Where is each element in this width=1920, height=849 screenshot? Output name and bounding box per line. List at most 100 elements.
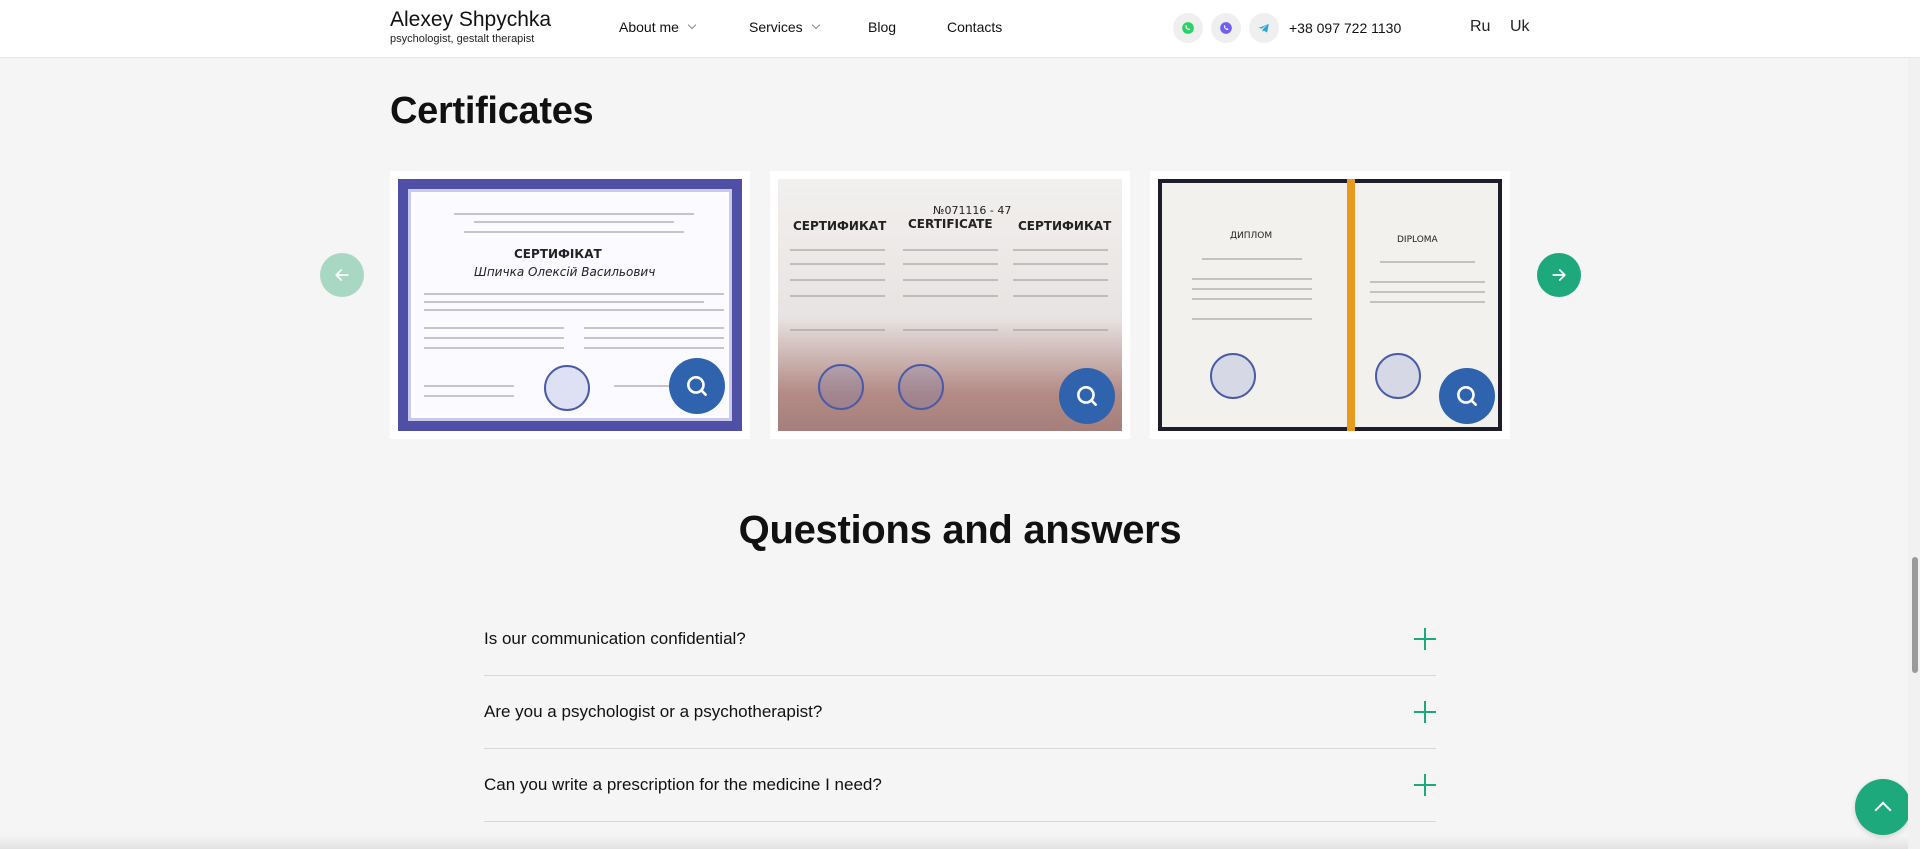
text-line (424, 395, 514, 397)
plus-icon (1414, 628, 1436, 650)
diploma-ribbon (1347, 179, 1355, 431)
text-line (790, 249, 885, 251)
diploma-heading: DIPLOMA (1397, 235, 1438, 245)
text-line (1202, 258, 1302, 260)
text-line (474, 221, 674, 223)
plus-icon (1414, 774, 1436, 796)
text-line (790, 279, 885, 281)
faq-item-3[interactable]: Can you write a prescription for the med… (484, 749, 1436, 822)
whatsapp-button[interactable] (1173, 13, 1203, 43)
nav-label: Contacts (947, 19, 1003, 35)
magnifier-icon (1457, 386, 1477, 406)
zoom-button[interactable] (1439, 368, 1495, 424)
text-line (1013, 279, 1108, 281)
nav-label: About me (619, 19, 679, 35)
text-line (1192, 298, 1312, 300)
nav-services[interactable]: Services (749, 19, 820, 35)
certificate-heading-ru-2: СЕРТИФИКАТ (1018, 219, 1112, 233)
phone-link[interactable]: +38 097 722 1130 (1289, 20, 1401, 36)
faq-question: Can you write a prescription for the med… (484, 775, 882, 794)
logo-name: Alexey Shpychka (390, 8, 552, 31)
text-line (1013, 295, 1108, 297)
faq-question: Are you a psychologist or a psychotherap… (484, 702, 823, 721)
text-line (584, 337, 724, 339)
zoom-button[interactable] (669, 358, 725, 414)
whatsapp-icon (1182, 22, 1194, 34)
lang-ru[interactable]: Ru (1470, 18, 1490, 36)
text-line (584, 327, 724, 329)
zoom-button[interactable] (1059, 368, 1115, 424)
certificate-image-3: ДИПЛОМ DIPLOMA (1158, 179, 1502, 431)
nav-blog[interactable]: Blog (868, 19, 896, 35)
certificates-title: Certificates (390, 90, 594, 132)
text-line (424, 327, 564, 329)
arrow-right-icon (1552, 269, 1566, 281)
page-scrollbar[interactable] (1908, 0, 1920, 849)
text-line (424, 301, 704, 303)
stamp-seal (544, 365, 590, 411)
certificate-holder-name: Шпичка Олексій Васильович (474, 265, 656, 279)
scrollbar-thumb[interactable] (1912, 557, 1918, 673)
plus-icon (1414, 701, 1436, 723)
certificate-heading-ru: СЕРТИФИКАТ (793, 219, 887, 233)
viber-button[interactable] (1211, 13, 1241, 43)
stamp-seal (898, 364, 944, 410)
faq-title: Questions and answers (738, 508, 1182, 552)
diploma-page-left: ДИПЛОМ (1162, 183, 1347, 427)
text-line (1370, 281, 1485, 283)
text-line (1192, 278, 1312, 280)
text-line (1192, 318, 1312, 320)
nav-label: Blog (868, 19, 897, 35)
text-line (903, 329, 998, 331)
certificate-image-2: №071116 - 47 СЕРТИФИКАТ CERTIFICATE СЕРТ… (778, 179, 1122, 431)
certificate-card-1[interactable]: СЕРТИФІКАТ Шпичка Олексій Васильович (390, 171, 750, 439)
certificate-heading-en: CERTIFICATE (908, 217, 993, 231)
certificate-heading: СЕРТИФІКАТ (514, 247, 602, 261)
text-line (424, 293, 724, 295)
text-line (1013, 263, 1108, 265)
text-line (790, 263, 885, 265)
certificate-card-3[interactable]: ДИПЛОМ DIPLOMA (1150, 171, 1510, 439)
lang-uk[interactable]: Uk (1510, 18, 1530, 36)
text-line (790, 329, 885, 331)
diploma-heading: ДИПЛОМ (1230, 231, 1273, 241)
text-line (903, 249, 998, 251)
text-line (454, 213, 694, 215)
text-line (903, 263, 998, 265)
scroll-to-top-button[interactable] (1855, 779, 1911, 835)
text-line (424, 347, 564, 349)
text-line (1013, 249, 1108, 251)
text-line (1192, 288, 1312, 290)
carousel-next-button[interactable] (1537, 253, 1581, 297)
certificate-image-1: СЕРТИФІКАТ Шпичка Олексій Васильович (398, 179, 742, 431)
magnifier-icon (1077, 386, 1097, 406)
text-line (903, 295, 998, 297)
telegram-button[interactable] (1249, 13, 1279, 43)
text-line (584, 347, 724, 349)
faq-item-1[interactable]: Is our communication confidential? (484, 603, 1436, 676)
certificate-card-2[interactable]: №071116 - 47 СЕРТИФИКАТ CERTIFICATE СЕРТ… (770, 171, 1130, 439)
faq-item-2[interactable]: Are you a psychologist or a psychotherap… (484, 676, 1436, 749)
text-line (1370, 301, 1485, 303)
text-line (1370, 291, 1485, 293)
nav-contacts[interactable]: Contacts (947, 19, 1002, 35)
chevron-down-icon (687, 20, 697, 30)
logo-subtitle: psychologist, gestalt therapist (390, 33, 535, 45)
certificate-number: №071116 - 47 (933, 204, 1012, 217)
bottom-shadow (0, 835, 1920, 849)
text-line (790, 295, 885, 297)
nav-about-me[interactable]: About me (619, 19, 697, 35)
text-line (1380, 261, 1475, 263)
nav-label: Services (749, 19, 803, 35)
text-line (424, 385, 514, 387)
stamp-seal (1375, 353, 1421, 399)
text-line (903, 279, 998, 281)
magnifier-icon (687, 376, 707, 396)
text-line (424, 337, 564, 339)
text-line (464, 231, 684, 233)
site-header: Alexey Shpychka psychologist, gestalt th… (0, 0, 1920, 58)
text-line (1013, 329, 1108, 331)
logo[interactable]: Alexey Shpychka psychologist, gestalt th… (390, 8, 551, 45)
carousel-prev-button[interactable] (320, 253, 364, 297)
text-line (424, 309, 724, 311)
